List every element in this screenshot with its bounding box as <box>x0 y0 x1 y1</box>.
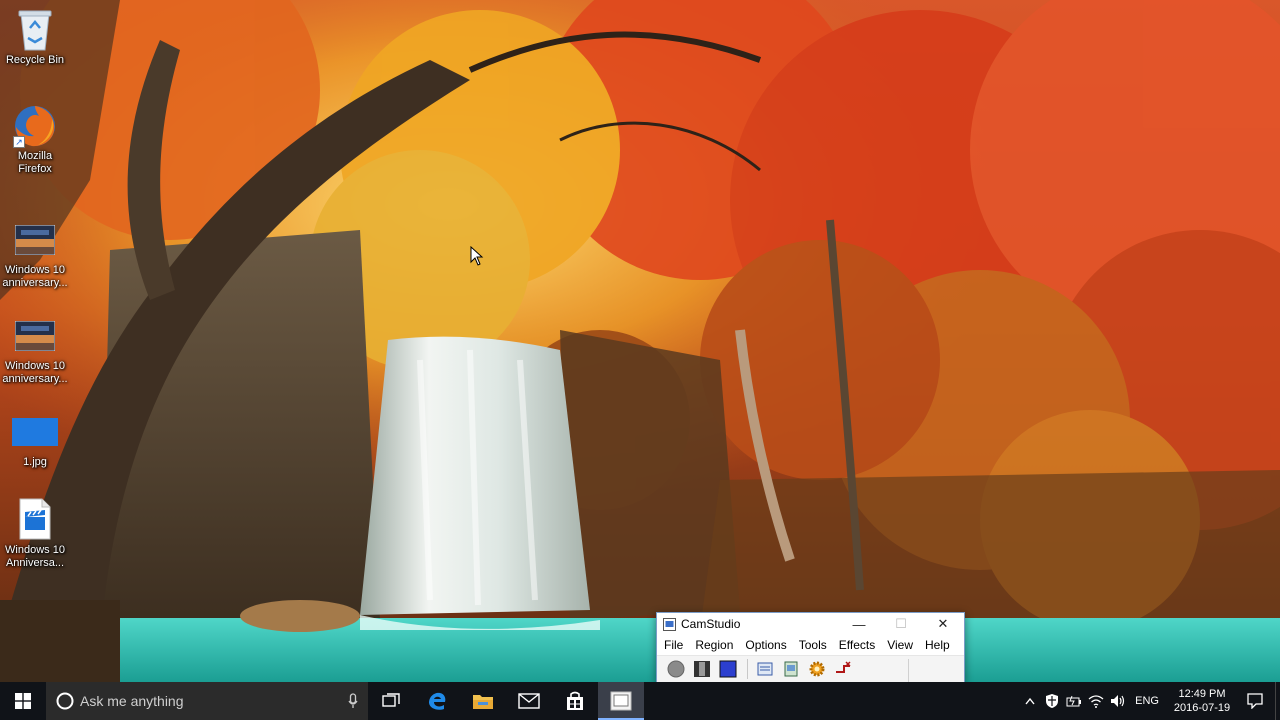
microphone-icon[interactable] <box>338 693 368 709</box>
desktop-icon-firefox[interactable]: ↗ Mozilla Firefox <box>0 104 70 176</box>
desktop-icon-label: Recycle Bin <box>5 54 65 66</box>
clock-time: 12:49 PM <box>1178 688 1226 700</box>
clock[interactable]: 12:49 PM 2016-07-19 <box>1169 687 1235 715</box>
pause-icon <box>694 661 710 677</box>
taskbar-mail[interactable] <box>506 682 552 720</box>
camstudio-app-icon <box>663 617 676 631</box>
desktop-icon-windows10-anniversary-video[interactable]: Windows 10 Anniversa... <box>0 496 70 570</box>
desktop-icon-windows10-anniversary-1[interactable]: Windows 10 anniversary... <box>0 218 70 290</box>
minimize-button[interactable]: — <box>838 613 880 635</box>
clock-date: 2016-07-19 <box>1173 702 1231 714</box>
menu-bar: File Region Options Tools Effects View H… <box>657 635 964 655</box>
menu-help[interactable]: Help <box>921 638 958 652</box>
battery-power-icon[interactable] <box>1063 682 1085 720</box>
video-file-icon <box>11 496 59 542</box>
action-center-button[interactable] <box>1235 682 1275 720</box>
region-button[interactable] <box>754 658 776 680</box>
desktop-icon-label: Windows 10 Anniversa... <box>5 544 65 569</box>
desktop-icon-label: Windows 10 anniversary... <box>2 264 68 289</box>
menu-options[interactable]: Options <box>741 638 794 652</box>
stop-button[interactable] <box>717 658 739 680</box>
toolbar-separator <box>908 659 909 683</box>
camstudio-title-bar[interactable]: CamStudio — ☐ ✕ <box>657 613 964 635</box>
jpg-image-icon <box>11 410 59 454</box>
settings-button[interactable] <box>806 658 828 680</box>
cortana-icon <box>56 692 74 710</box>
image-thumbnail-icon <box>11 314 59 358</box>
region-icon <box>757 662 773 676</box>
desktop-icon-label: Mozilla Firefox <box>17 150 53 175</box>
file-explorer-icon <box>473 695 493 709</box>
windows-logo-icon <box>15 693 31 709</box>
autopan-button[interactable] <box>832 658 854 680</box>
task-view-icon <box>382 693 400 707</box>
show-desktop-button[interactable] <box>1275 682 1280 720</box>
camstudio-icon <box>610 691 632 711</box>
image-thumbnail-icon <box>11 218 59 262</box>
record-icon <box>667 660 685 678</box>
show-hidden-icons-chevron-icon[interactable] <box>1019 682 1041 720</box>
defender-shield-icon[interactable] <box>1041 682 1063 720</box>
taskbar-edge[interactable] <box>414 682 460 720</box>
store-icon <box>567 691 583 710</box>
system-tray: ENG 12:49 PM 2016-07-19 <box>1019 682 1280 720</box>
autopan-icon <box>836 661 851 673</box>
volume-icon[interactable] <box>1107 682 1129 720</box>
toolbar-separator <box>747 659 748 679</box>
mail-icon <box>518 693 540 709</box>
settings-icon <box>809 661 825 677</box>
pause-button[interactable] <box>691 658 713 680</box>
cortana-search-box[interactable]: Ask me anything <box>46 682 368 720</box>
maximize-button[interactable]: ☐ <box>880 613 922 635</box>
close-button[interactable]: ✕ <box>922 613 964 635</box>
firefox-icon: ↗ <box>11 104 59 148</box>
window-title: CamStudio <box>681 617 741 631</box>
menu-effects[interactable]: Effects <box>835 638 883 652</box>
taskbar-file-explorer[interactable] <box>460 682 506 720</box>
task-view-button[interactable] <box>368 682 414 720</box>
recycle-bin-icon <box>11 8 59 52</box>
desktop-icon-label: Windows 10 anniversary... <box>2 360 68 385</box>
mouse-cursor-icon <box>470 245 484 271</box>
taskbar-camstudio[interactable] <box>598 682 644 720</box>
annotation-button[interactable] <box>780 658 802 680</box>
start-button[interactable] <box>0 682 46 720</box>
stop-icon <box>719 660 737 678</box>
input-language-indicator[interactable]: ENG <box>1129 695 1169 707</box>
menu-region[interactable]: Region <box>691 638 741 652</box>
search-placeholder: Ask me anything <box>80 693 184 709</box>
annotation-icon <box>784 661 798 677</box>
notifications-icon <box>1247 693 1263 709</box>
desktop-icon-windows10-anniversary-2[interactable]: Windows 10 anniversary... <box>0 314 70 386</box>
desktop-icon-recycle-bin[interactable]: Recycle Bin <box>0 8 70 67</box>
desktop-icon-1-jpg[interactable]: 1.jpg <box>0 410 70 469</box>
camstudio-toolbar <box>657 655 964 683</box>
desktop-icon-label: 1.jpg <box>23 456 47 468</box>
camstudio-window[interactable]: CamStudio — ☐ ✕ File Region Options Tool… <box>656 612 965 683</box>
desktop-wallpaper <box>0 0 1280 682</box>
taskbar-store[interactable] <box>552 682 598 720</box>
edge-icon <box>429 692 446 710</box>
taskbar: Ask me anything ENG 12:49 PM 2016-07-19 <box>0 682 1280 720</box>
menu-view[interactable]: View <box>883 638 921 652</box>
menu-file[interactable]: File <box>660 638 691 652</box>
menu-tools[interactable]: Tools <box>795 638 835 652</box>
record-button[interactable] <box>665 658 687 680</box>
wifi-icon[interactable] <box>1085 682 1107 720</box>
